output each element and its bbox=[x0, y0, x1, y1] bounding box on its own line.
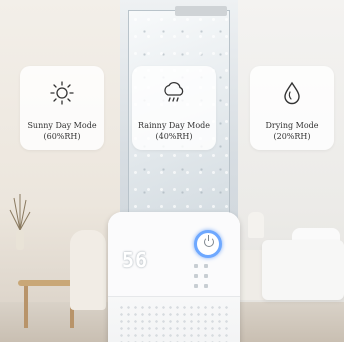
dehumidifier: 56 bbox=[108, 212, 240, 342]
mode-card-sunny: Sunny Day Mode (60%RH) bbox=[20, 66, 104, 150]
control-button[interactable] bbox=[194, 284, 198, 288]
mode-card-rainy: Rainny Day Mode (40%RH) bbox=[132, 66, 216, 150]
mode-humidity: (40%RH) bbox=[155, 132, 193, 141]
mode-label: Rainny Day Mode bbox=[137, 121, 210, 130]
control-button[interactable] bbox=[194, 274, 198, 278]
mode-label: Sunny Day Mode bbox=[27, 121, 97, 130]
control-button[interactable] bbox=[204, 264, 208, 268]
bedside-lamp bbox=[248, 212, 264, 238]
air-grille bbox=[118, 304, 230, 342]
armchair bbox=[70, 230, 106, 310]
mode-humidity: (60%RH) bbox=[43, 132, 81, 141]
mode-label: Drying Mode bbox=[265, 121, 319, 130]
power-icon bbox=[204, 237, 214, 247]
humidity-display: 56 bbox=[122, 248, 149, 272]
power-button[interactable] bbox=[194, 230, 222, 258]
control-panel: 56 bbox=[108, 212, 240, 297]
bed bbox=[262, 240, 344, 300]
drop-icon bbox=[284, 81, 300, 105]
control-button[interactable] bbox=[194, 264, 198, 268]
mode-card-drying: Drying Mode (20%RH) bbox=[250, 66, 334, 150]
sun-icon bbox=[50, 81, 74, 105]
vase-plant-image bbox=[9, 194, 31, 250]
rain-cloud-icon bbox=[164, 82, 184, 102]
power-icon-stem bbox=[207, 235, 209, 241]
ceiling-lamp bbox=[175, 6, 227, 16]
control-button[interactable] bbox=[204, 284, 208, 288]
product-scene: Sunny Day Mode (60%RH) Rainny Day Mode (… bbox=[0, 0, 344, 342]
mode-humidity: (20%RH) bbox=[273, 132, 311, 141]
control-button[interactable] bbox=[204, 274, 208, 278]
table-leg bbox=[24, 286, 28, 328]
